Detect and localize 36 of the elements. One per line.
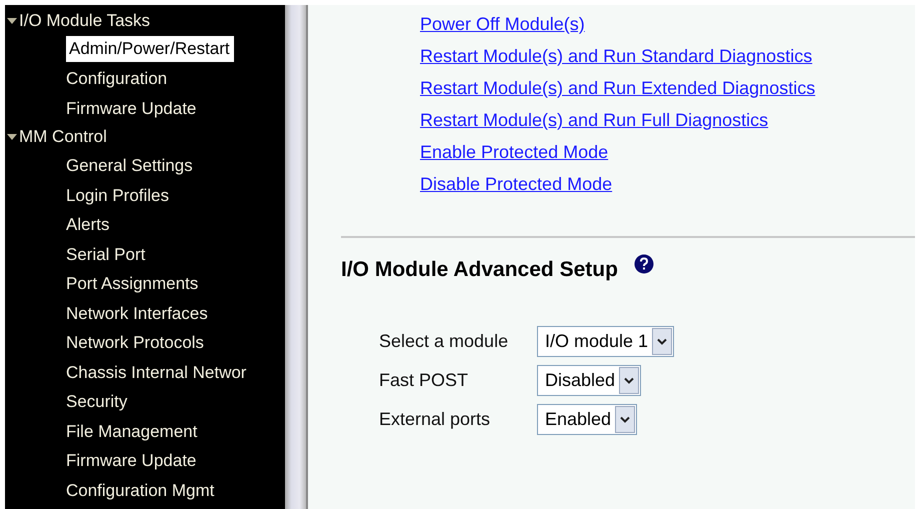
dropdown-field[interactable]: Enabled <box>537 404 638 435</box>
dropdown-caret-icon <box>657 338 668 346</box>
help-icon[interactable] <box>634 254 654 274</box>
sidebar-link[interactable]: Network Interfaces <box>5 298 212 328</box>
dropdown-caret-icon <box>620 416 630 424</box>
sidebar-link[interactable]: General Settings <box>5 151 197 180</box>
sidebar-link[interactable]: File Management <box>5 416 202 446</box>
sidebar-link[interactable]: Configuration <box>5 64 172 94</box>
dropdown-caret-icon <box>624 376 634 384</box>
sidebar-link[interactable]: Firmware Update <box>5 446 200 476</box>
dropdown-field[interactable]: Disabled <box>537 365 642 396</box>
sidebar-link[interactable]: Port Assignments <box>5 269 202 298</box>
action-link[interactable]: Power Off Module(s) <box>420 12 585 37</box>
sidebar-link[interactable]: Network Protocols <box>5 328 208 358</box>
tree-group-item[interactable]: MM Control <box>5 123 285 151</box>
action-link[interactable]: Restart Module(s) and Run Extended Diagnostics <box>420 76 816 101</box>
section-title: I/O Module Advanced Setup <box>341 258 618 282</box>
expand-triangle-icon <box>7 132 17 142</box>
sidebar-link[interactable]: Firmware Update <box>5 94 200 123</box>
sidebar-link[interactable]: Alerts <box>5 210 114 240</box>
action-link[interactable]: Disable Protected Mode <box>420 172 612 197</box>
field-label: Fast POST <box>379 370 470 391</box>
field-label: Select a module <box>379 331 510 352</box>
sidebar-link[interactable]: Admin/Power/Restart <box>66 36 234 62</box>
sidebar-link[interactable]: Chassis Internal Networ <box>5 358 250 387</box>
sidebar-link[interactable]: Security <box>5 387 132 416</box>
sidebar-link[interactable]: Configuration Mgmt <box>5 476 218 505</box>
action-link[interactable]: Enable Protected Mode <box>420 140 608 165</box>
sidebar-link[interactable]: Login Profiles <box>5 180 174 210</box>
tree-group-item[interactable]: I/O Module Tasks <box>5 7 285 35</box>
field-label: External ports <box>379 409 492 430</box>
action-link[interactable]: Restart Module(s) and Run Full Diagnostics <box>420 108 768 133</box>
expand-triangle-icon <box>7 16 17 26</box>
dropdown-field[interactable]: I/O module 1 <box>537 326 674 357</box>
action-link[interactable]: Restart Module(s) and Run Standard Diagnostics <box>420 44 812 69</box>
sidebar-link[interactable]: Serial Port <box>5 240 150 269</box>
